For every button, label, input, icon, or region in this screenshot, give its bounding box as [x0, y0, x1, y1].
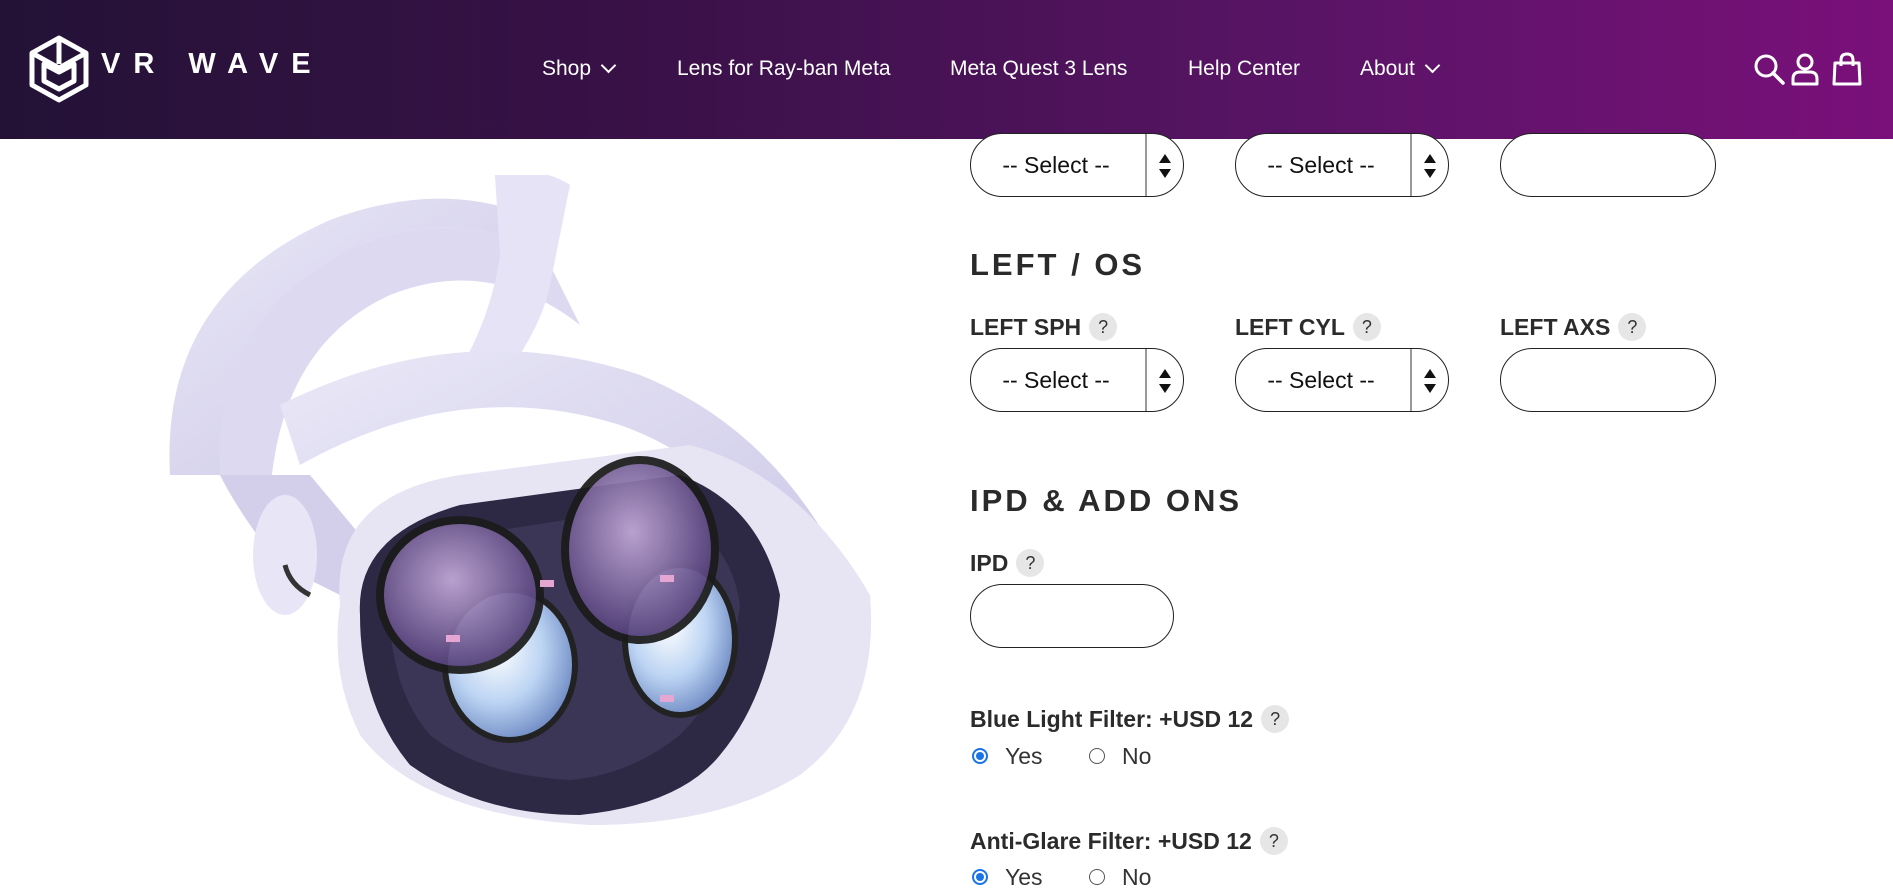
select-arrows-icon — [1159, 154, 1171, 178]
nav-lens-ray-ban-label: Lens for Ray-ban Meta — [677, 57, 891, 80]
anti-glare-label-text: Anti-Glare Filter: +USD 12 — [970, 828, 1252, 854]
select-divider — [1145, 349, 1147, 411]
nav-lens-ray-ban[interactable]: Lens for Ray-ban Meta — [677, 56, 891, 82]
blue-light-yes-radio[interactable] — [972, 748, 988, 764]
select-divider — [1410, 349, 1412, 411]
blue-light-yes-label[interactable]: Yes — [1005, 742, 1043, 770]
right-axs-input[interactable] — [1500, 133, 1716, 197]
account-icon[interactable] — [1788, 52, 1822, 86]
left-sph-select[interactable]: -- Select -- — [970, 348, 1184, 412]
help-icon[interactable]: ? — [1352, 313, 1381, 341]
nav-help-center[interactable]: Help Center — [1188, 56, 1300, 82]
anti-glare-yes-radio[interactable] — [972, 869, 988, 885]
nav-meta-quest-3-lens[interactable]: Meta Quest 3 Lens — [950, 56, 1127, 82]
left-axs-input[interactable] — [1500, 348, 1716, 412]
help-icon[interactable]: ? — [1261, 705, 1290, 733]
help-icon[interactable]: ? — [1089, 313, 1118, 341]
right-sph-select-value: -- Select -- — [1002, 152, 1110, 178]
anti-glare-yes-label[interactable]: Yes — [1005, 863, 1043, 891]
left-axs-label: LEFT AXS? — [1500, 313, 1647, 341]
nav-shop-label: Shop — [542, 57, 592, 80]
product-image-headset-lenses[interactable] — [160, 175, 900, 845]
right-cyl-select-value: -- Select -- — [1267, 152, 1375, 178]
anti-glare-no-radio[interactable] — [1089, 869, 1105, 885]
ipd-addons-title: IPD & ADD ONS — [970, 483, 1243, 518]
chevron-down-icon — [1424, 57, 1441, 74]
select-arrows-icon — [1424, 369, 1436, 393]
blue-light-label-text: Blue Light Filter: +USD 12 — [970, 706, 1254, 732]
left-sph-select-value: -- Select -- — [1002, 367, 1110, 393]
left-cyl-label-text: LEFT CYL — [1235, 314, 1345, 340]
site-header: VR WAVE Shop Lens for Ray-ban Meta Meta … — [0, 0, 1893, 139]
vr-wave-logo-icon[interactable] — [28, 34, 90, 104]
blue-light-no-label[interactable]: No — [1122, 742, 1151, 770]
left-cyl-select[interactable]: -- Select -- — [1235, 348, 1449, 412]
left-os-title: LEFT / OS — [970, 247, 1146, 282]
nav-meta-quest-3-lens-label: Meta Quest 3 Lens — [950, 57, 1128, 80]
nav-about-label: About — [1360, 57, 1415, 80]
nav-about[interactable]: About — [1360, 56, 1441, 82]
left-sph-label-text: LEFT SPH — [970, 314, 1082, 340]
brand-name[interactable]: VR WAVE — [101, 50, 324, 79]
select-divider — [1145, 134, 1147, 196]
select-divider — [1410, 134, 1412, 196]
left-sph-label: LEFT SPH? — [970, 313, 1118, 341]
blue-light-label: Blue Light Filter: +USD 12? — [970, 705, 1290, 733]
ipd-label-text: IPD — [970, 550, 1009, 576]
help-icon[interactable]: ? — [1016, 549, 1045, 577]
help-icon[interactable]: ? — [1618, 313, 1647, 341]
search-icon[interactable] — [1752, 52, 1786, 86]
left-axs-label-text: LEFT AXS — [1500, 314, 1611, 340]
anti-glare-no-label[interactable]: No — [1122, 863, 1151, 891]
nav-help-center-label: Help Center — [1188, 57, 1301, 80]
chevron-down-icon — [600, 57, 617, 74]
nav-shop[interactable]: Shop — [542, 56, 617, 82]
left-cyl-select-value: -- Select -- — [1267, 367, 1375, 393]
anti-glare-label: Anti-Glare Filter: +USD 12? — [970, 827, 1288, 855]
ipd-input[interactable] — [970, 584, 1174, 648]
right-cyl-select[interactable]: -- Select -- — [1235, 133, 1449, 197]
right-sph-select[interactable]: -- Select -- — [970, 133, 1184, 197]
help-icon[interactable]: ? — [1259, 827, 1288, 855]
blue-light-no-radio[interactable] — [1089, 748, 1105, 764]
left-cyl-label: LEFT CYL? — [1235, 313, 1381, 341]
select-arrows-icon — [1424, 154, 1436, 178]
ipd-label: IPD? — [970, 549, 1045, 577]
select-arrows-icon — [1159, 369, 1171, 393]
cart-icon[interactable] — [1830, 52, 1864, 86]
